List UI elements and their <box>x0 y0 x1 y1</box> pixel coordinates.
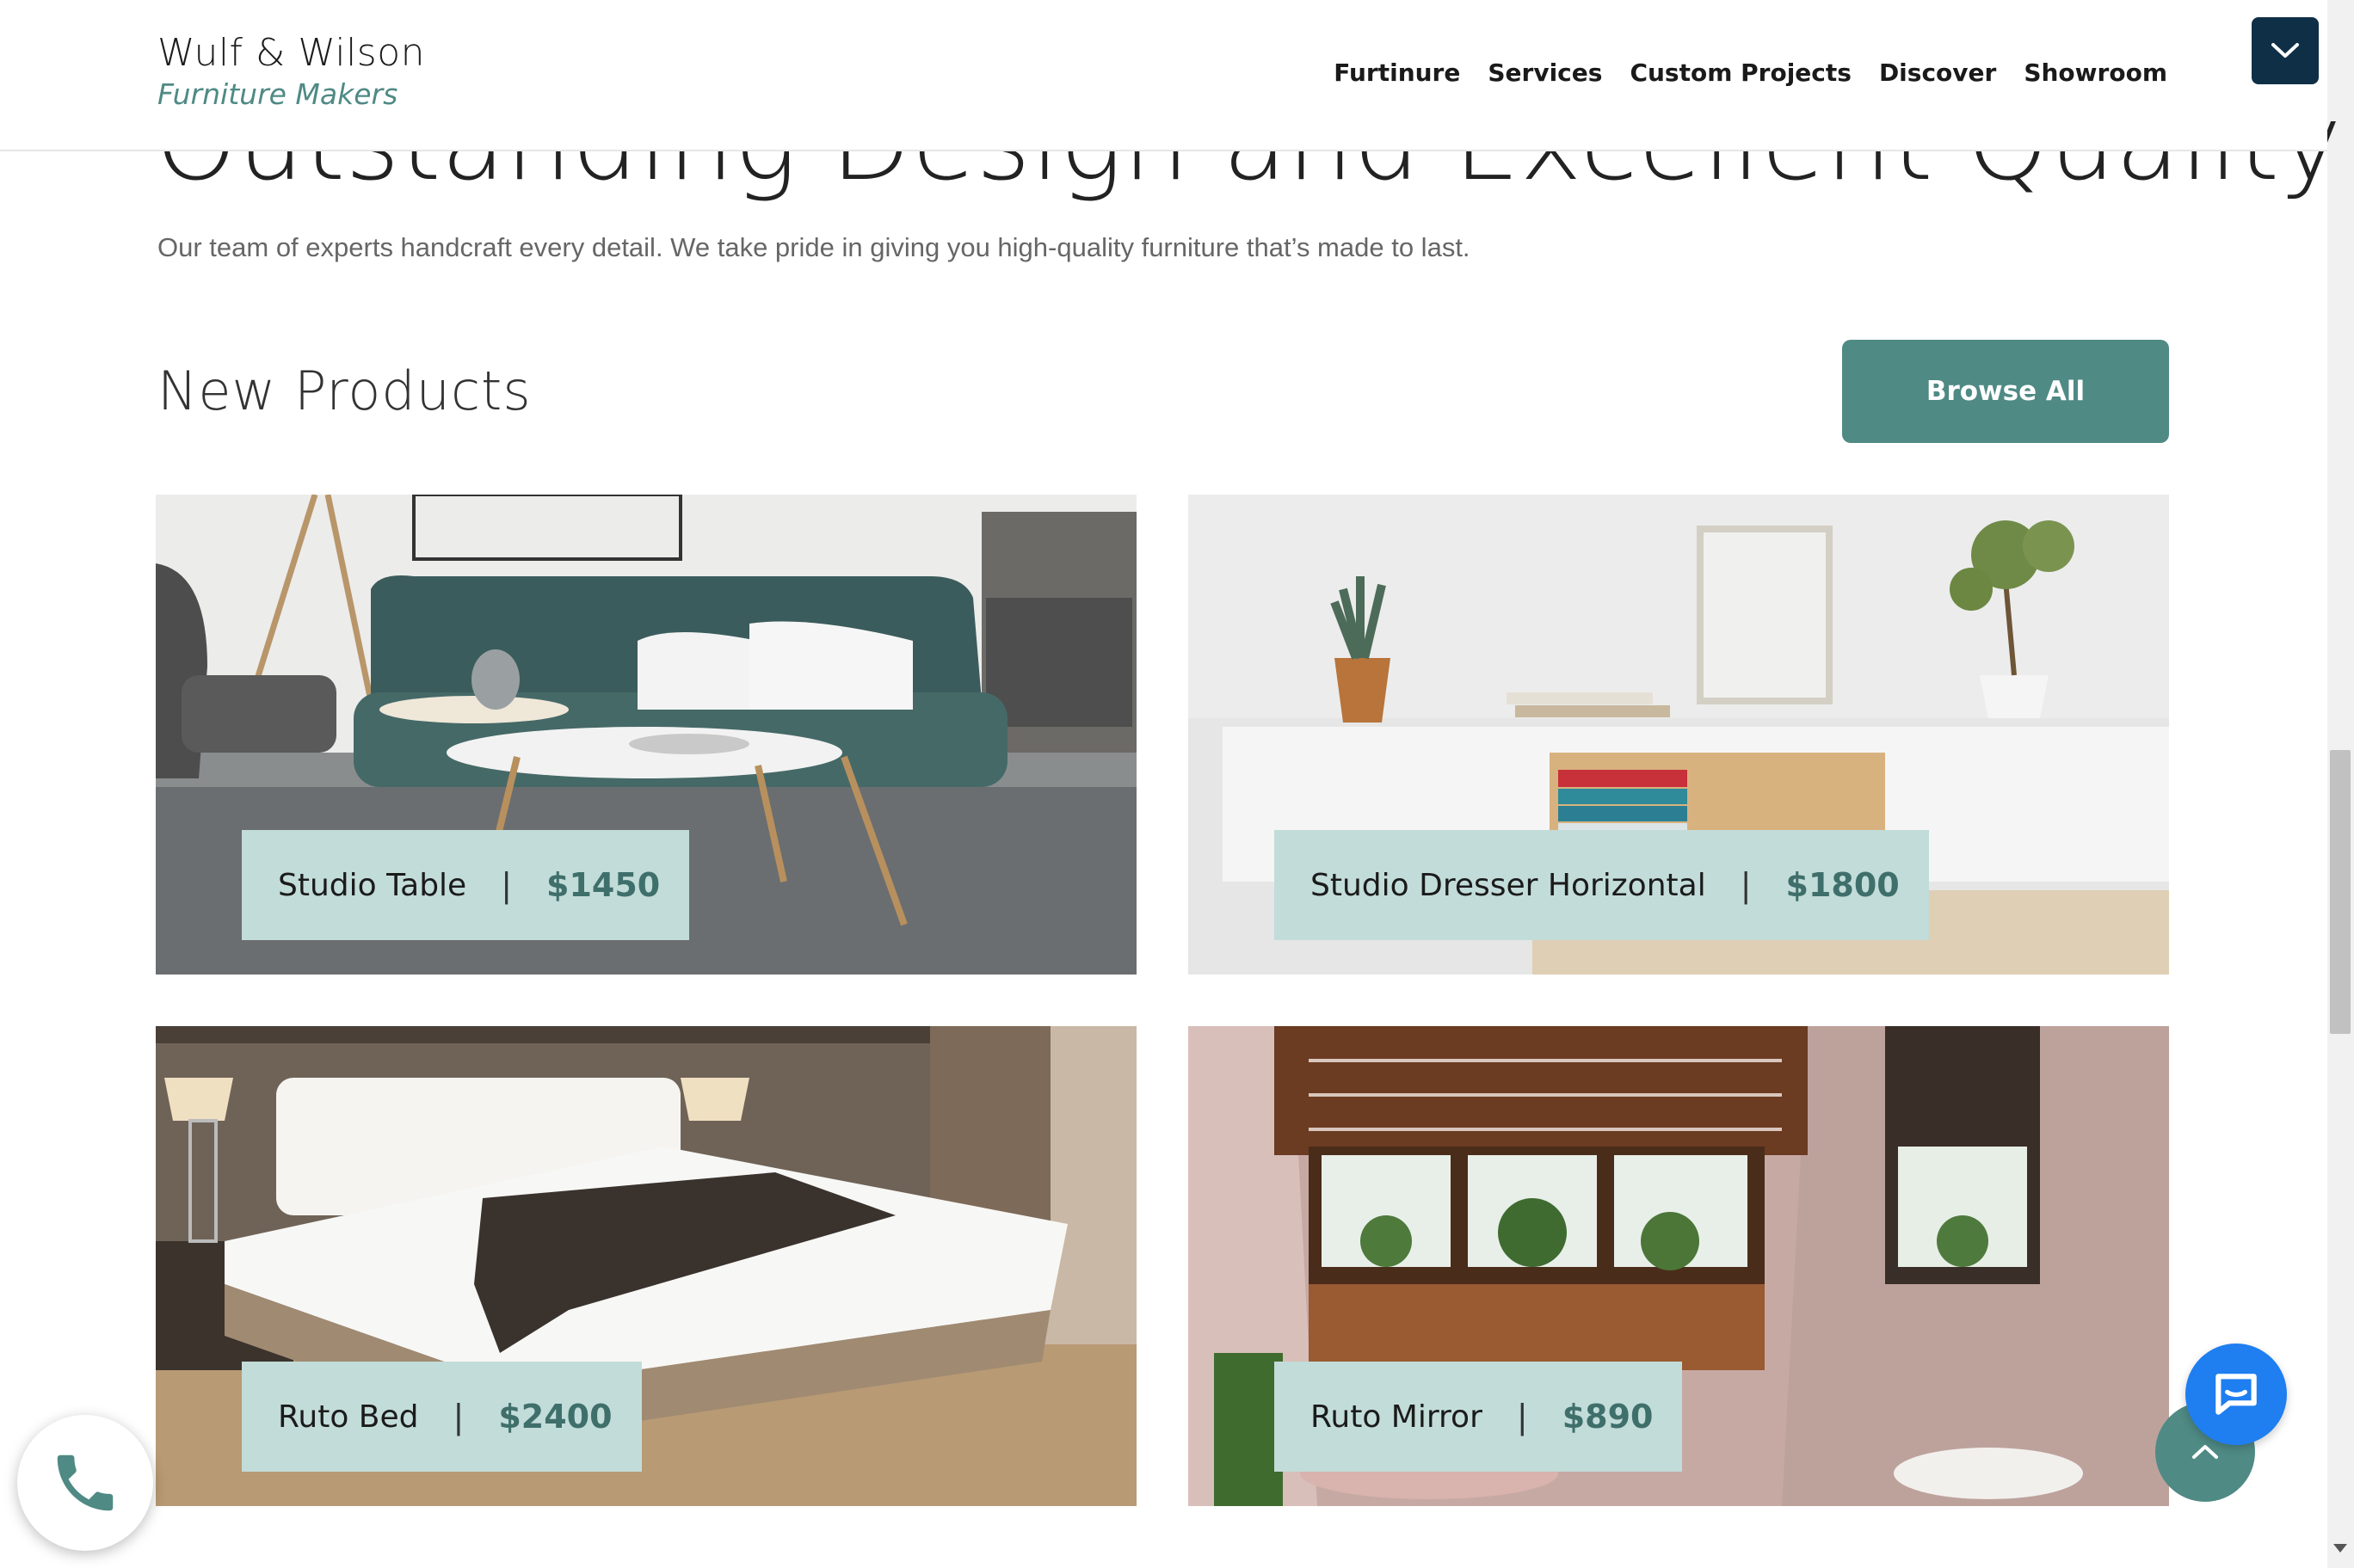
product-label: Ruto Bed | $2400 <box>242 1362 642 1472</box>
brand-subtitle: Furniture Makers <box>157 77 398 111</box>
chat-button[interactable] <box>2185 1344 2287 1445</box>
product-name: Ruto Mirror <box>1310 1399 1482 1435</box>
nav-item-furniture[interactable]: Furtinure <box>1334 58 1460 87</box>
product-price: $1450 <box>546 866 661 904</box>
brand-title[interactable]: Wulf & Wilson <box>157 31 425 75</box>
chevron-up-icon <box>2192 1445 2218 1459</box>
product-card-studio-table[interactable]: Studio Table | $1450 <box>156 495 1137 975</box>
product-separator: | <box>1516 1398 1528 1436</box>
product-price: $1800 <box>1785 866 1900 904</box>
scroll-down-arrow-icon[interactable] <box>2333 1544 2347 1553</box>
product-name: Ruto Bed <box>278 1399 419 1435</box>
product-card-ruto-mirror[interactable]: Ruto Mirror | $890 <box>1188 1026 2169 1506</box>
chevron-down-icon <box>2271 43 2299 58</box>
product-separator: | <box>453 1398 465 1436</box>
call-button[interactable] <box>17 1415 153 1551</box>
nav-item-showroom[interactable]: Showroom <box>2024 58 2167 87</box>
intro-text: Our team of experts handcraft every deta… <box>157 232 1470 262</box>
product-price: $2400 <box>498 1398 613 1436</box>
site-header: Wulf & Wilson Furniture Makers Furtinure… <box>0 0 2327 151</box>
phone-icon <box>57 1454 114 1511</box>
section-title: New Products <box>157 360 532 422</box>
product-separator: | <box>501 866 513 904</box>
scrollbar-thumb[interactable] <box>2330 750 2351 1034</box>
chat-icon <box>2215 1374 2257 1415</box>
product-label: Studio Dresser Horizontal | $1800 <box>1274 830 1929 940</box>
menu-toggle-button[interactable] <box>2252 17 2319 84</box>
nav-item-discover[interactable]: Discover <box>1879 58 1996 87</box>
product-label: Studio Table | $1450 <box>242 830 690 940</box>
product-separator: | <box>1740 866 1752 904</box>
product-name: Studio Table <box>278 867 467 903</box>
product-price: $890 <box>1562 1398 1654 1436</box>
nav-item-services[interactable]: Services <box>1488 58 1602 87</box>
main-nav: Furtinure Services Custom Projects Disco… <box>1334 58 2167 87</box>
product-card-ruto-bed[interactable]: Ruto Bed | $2400 <box>156 1026 1137 1506</box>
product-name: Studio Dresser Horizontal <box>1310 867 1706 903</box>
product-label: Ruto Mirror | $890 <box>1274 1362 1683 1472</box>
browse-all-button[interactable]: Browse All <box>1842 340 2169 443</box>
product-card-studio-dresser-horizontal[interactable]: Studio Dresser Horizontal | $1800 <box>1188 495 2169 975</box>
nav-item-custom-projects[interactable]: Custom Projects <box>1630 58 1852 87</box>
